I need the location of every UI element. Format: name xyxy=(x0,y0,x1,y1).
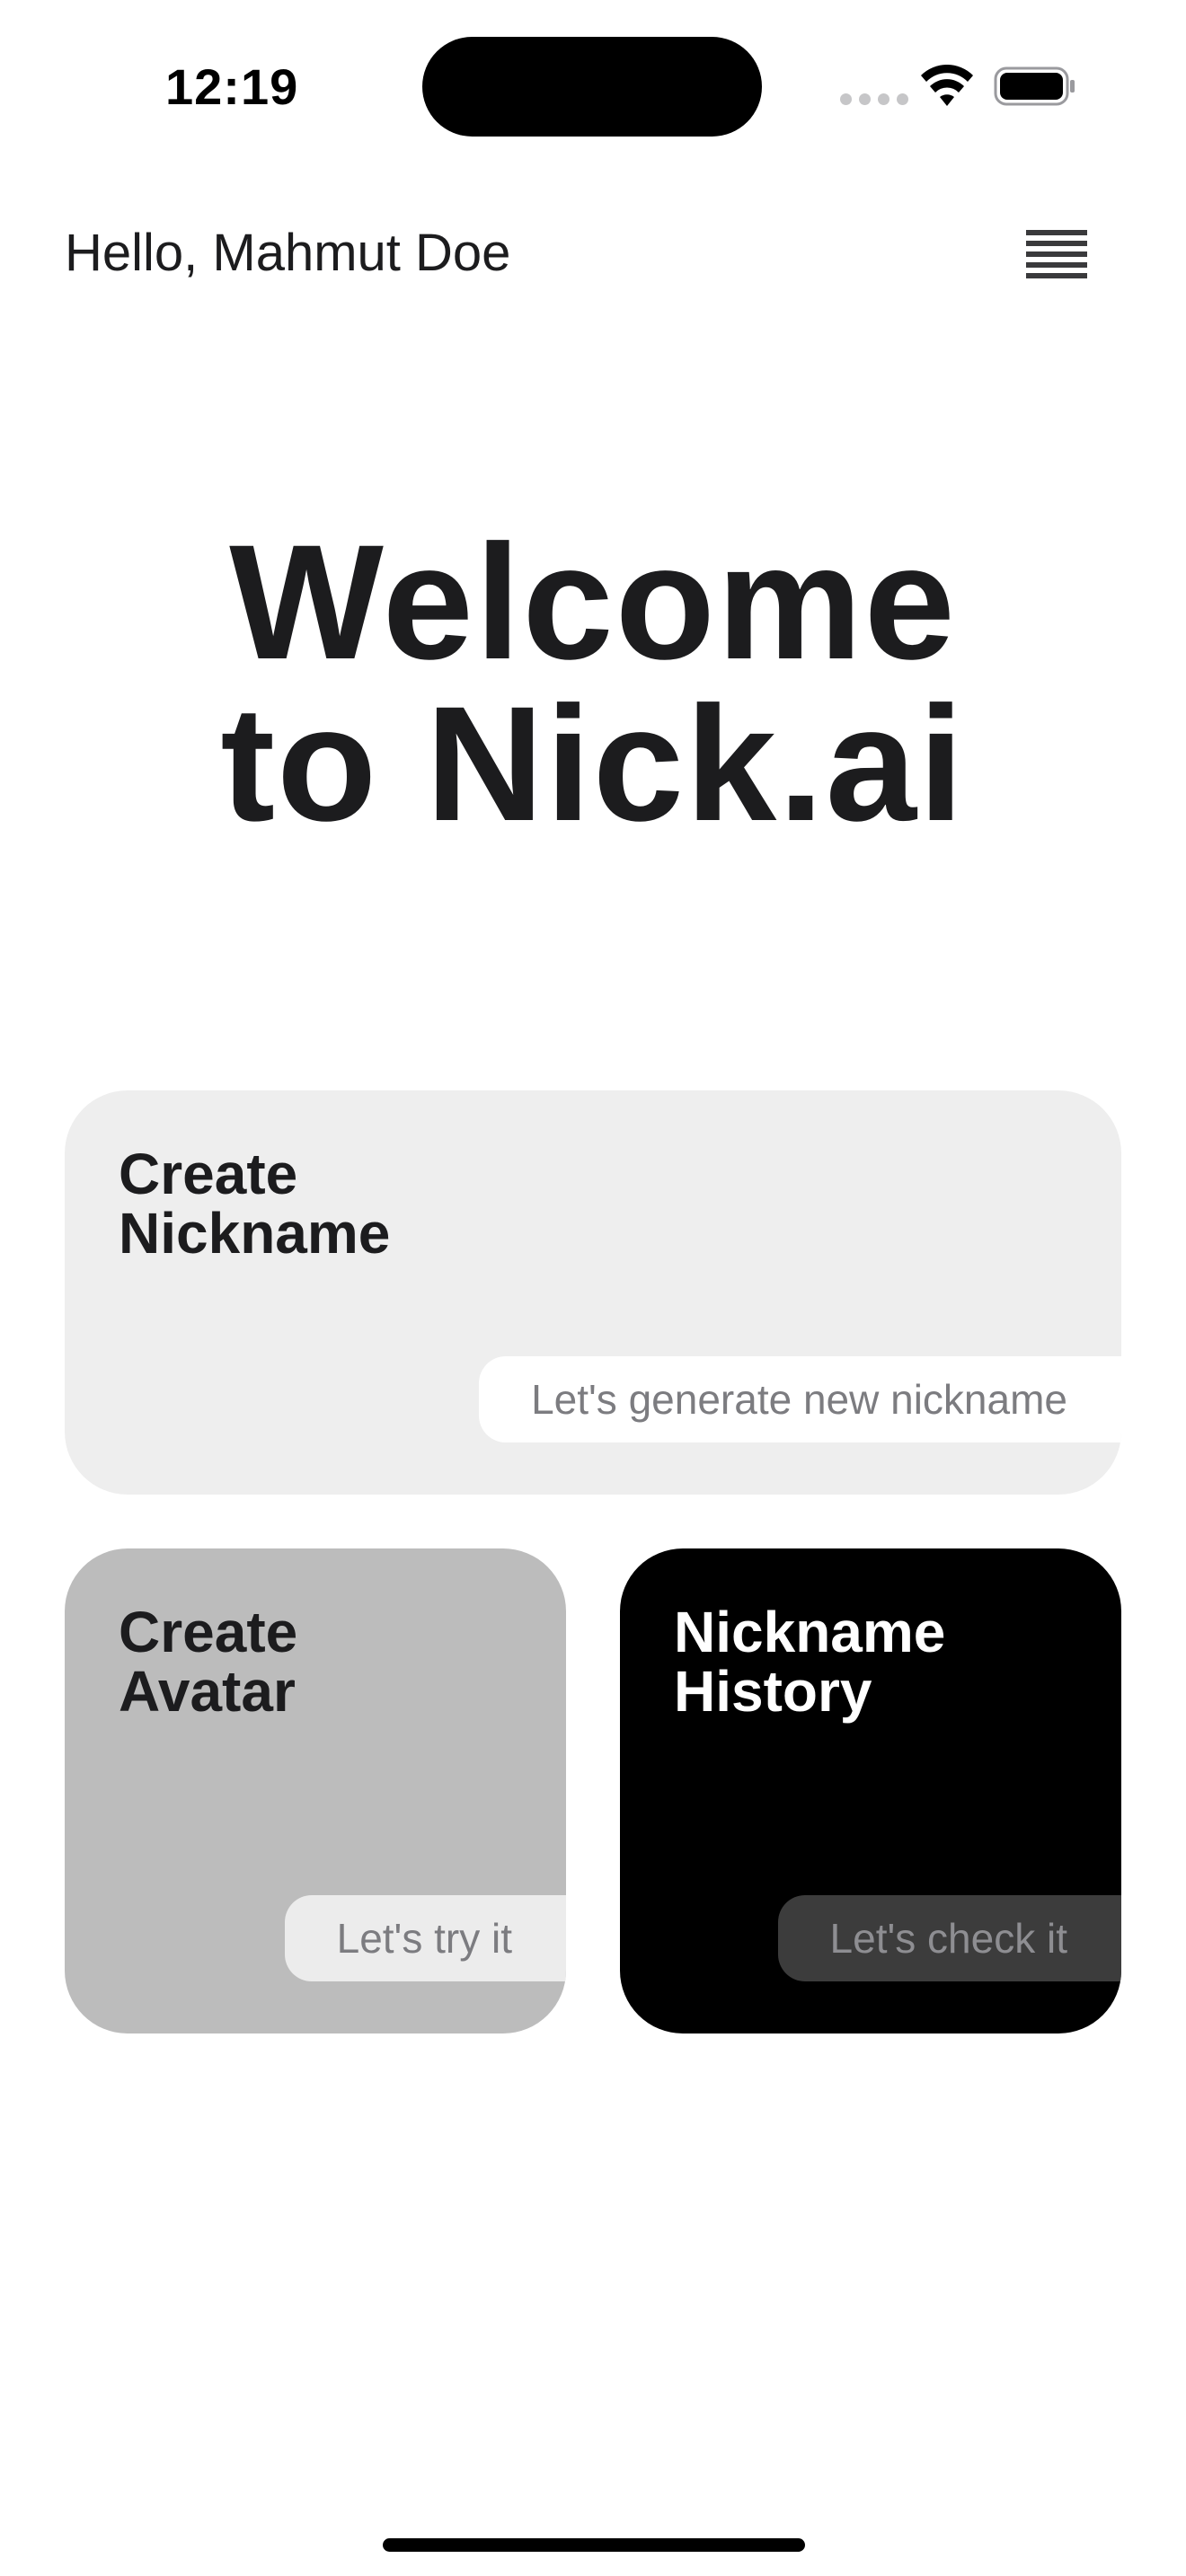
create-avatar-action[interactable]: Let's try it xyxy=(284,1895,566,1981)
status-time: 12:19 xyxy=(165,58,299,115)
nickname-history-card[interactable]: Nickname History Let's check it xyxy=(620,1548,1121,2033)
create-avatar-card[interactable]: Create Avatar Let's try it xyxy=(65,1548,566,2033)
welcome-title-line2: to Nick.ai xyxy=(220,672,966,855)
dynamic-island xyxy=(422,37,762,137)
home-indicator[interactable] xyxy=(383,2538,805,2552)
create-avatar-title: Create Avatar xyxy=(119,1600,298,1724)
battery-icon xyxy=(994,66,1075,106)
wifi-icon xyxy=(921,65,973,106)
nickname-history-title: Nickname History xyxy=(674,1600,946,1724)
cellular-signal-icon xyxy=(840,93,908,105)
welcome-title-line1: Welcome xyxy=(229,510,957,693)
welcome-title: Welcome to Nick.ai xyxy=(0,510,1186,855)
create-nickname-action[interactable]: Let's generate new nickname xyxy=(479,1356,1121,1442)
create-nickname-title: Create Nickname xyxy=(119,1142,391,1266)
greeting-text: Hello, Mahmut Doe xyxy=(65,224,511,282)
nickname-history-action[interactable]: Let's check it xyxy=(777,1895,1121,1981)
create-nickname-card[interactable]: Create Nickname Let's generate new nickn… xyxy=(65,1090,1121,1495)
hamburger-menu-icon[interactable] xyxy=(1021,226,1096,284)
